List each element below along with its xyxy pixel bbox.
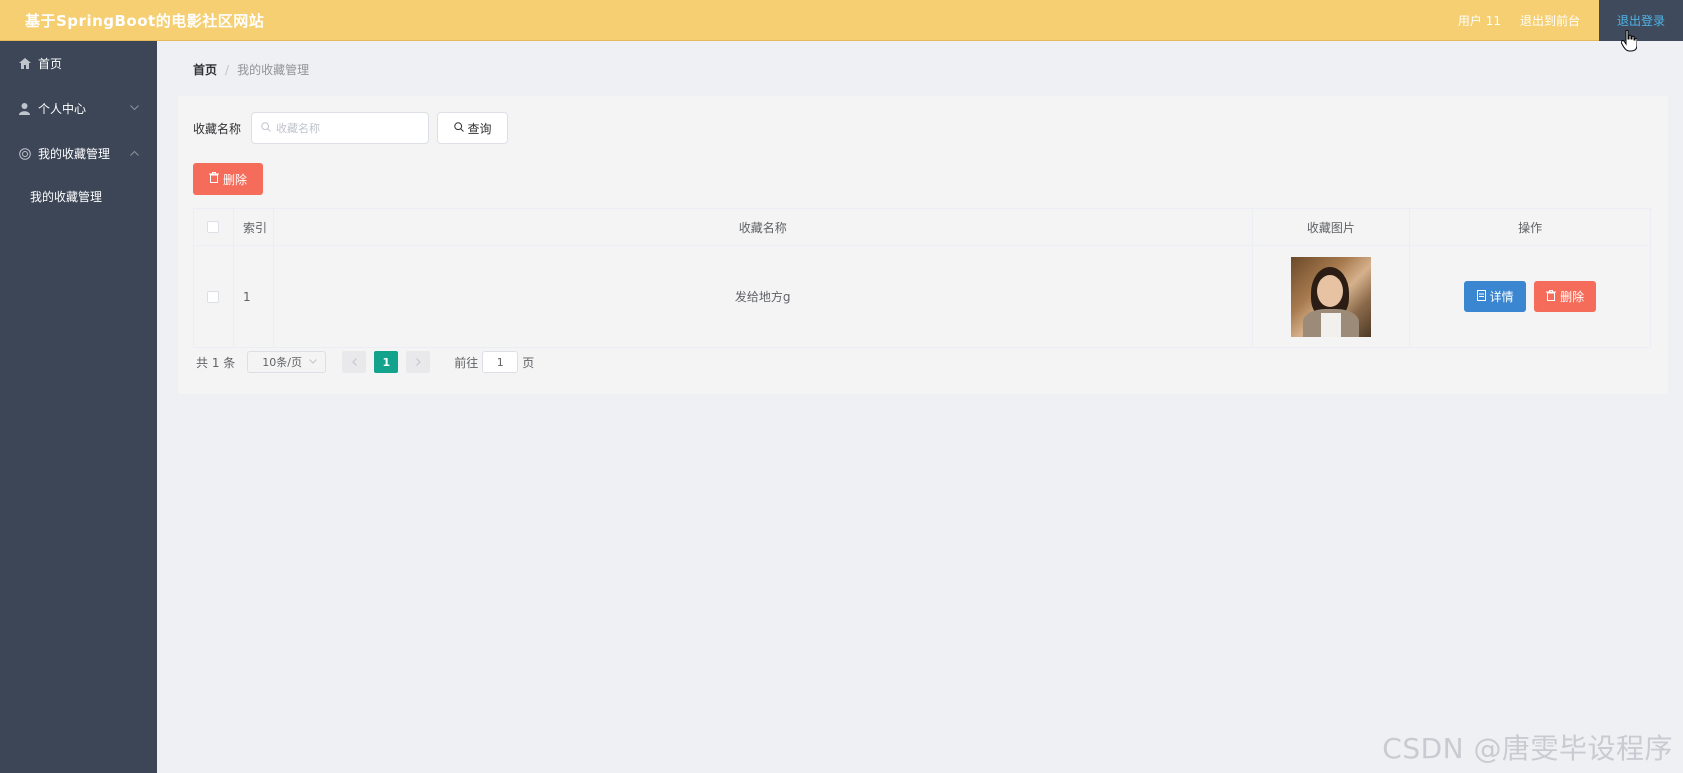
sidebar-item-label: 首页 (38, 57, 63, 71)
sidebar-item-label: 我的收藏管理 (38, 147, 111, 161)
header-links: 用户 11 退出到前台 退出登录 (1458, 0, 1683, 41)
header-checkbox-cell (194, 209, 234, 245)
next-page-button[interactable] (406, 351, 431, 373)
sidebar-item-personal-center[interactable]: 个人中心 (0, 86, 157, 131)
header-ops: 操作 (1518, 220, 1543, 235)
query-button-label: 查询 (467, 121, 492, 136)
logout-button[interactable]: 退出登录 (1598, 0, 1683, 41)
logout-label: 退出登录 (1616, 13, 1665, 28)
query-button[interactable]: 查询 (437, 112, 509, 144)
goto-input-wrapper[interactable] (482, 351, 519, 373)
search-label: 收藏名称 (193, 121, 242, 136)
sidebar: 首页 个人中心 我的收藏管理 我的收藏管理 (0, 41, 157, 773)
chevron-up-icon (130, 149, 139, 159)
page-size-select[interactable]: 10条/页 (247, 351, 327, 373)
search-input-wrapper[interactable] (251, 112, 430, 144)
chevron-down-icon (130, 104, 139, 114)
trash-icon (1546, 289, 1557, 304)
sidebar-item-home[interactable]: 首页 (0, 41, 157, 86)
trash-icon (208, 172, 219, 186)
prev-page-button[interactable] (342, 351, 367, 373)
user-label: 用户 11 (1457, 13, 1501, 28)
row-name: 发给地方g (274, 246, 1253, 347)
row-delete-label: 删除 (1560, 290, 1585, 304)
watermark: CSDN @唐雯毕设程序 (1382, 732, 1673, 765)
site-title: 基于SpringBoot的电影社区网站 (25, 11, 265, 30)
collection-thumbnail[interactable] (1290, 256, 1371, 337)
row-checkbox-cell (194, 246, 234, 347)
chevron-right-icon (415, 358, 421, 366)
sidebar-item-collection-management[interactable]: 我的收藏管理 (0, 131, 157, 176)
document-icon (1476, 289, 1486, 304)
detail-button[interactable]: 详情 (1464, 281, 1527, 312)
header-image: 收藏图片 (1253, 209, 1411, 245)
page-size-value: 10条/页 (262, 356, 302, 369)
batch-delete-label: 删除 (222, 172, 247, 187)
pagination: 共 1 条 10条/页 1 前往 页 (196, 351, 534, 373)
breadcrumb-current: 我的收藏管理 (237, 63, 310, 77)
collection-icon (18, 147, 31, 160)
search-icon (261, 121, 271, 135)
breadcrumb-separator: / (225, 62, 230, 77)
table-header: 索引 收藏名称 收藏图片 操作 (194, 209, 1650, 246)
user-icon (18, 102, 31, 115)
header-name: 收藏名称 (274, 209, 1253, 245)
detail-button-label: 详情 (1489, 290, 1514, 304)
top-header: 基于SpringBoot的电影社区网站 用户 11 退出到前台 退出登录 (0, 0, 1683, 41)
batch-delete-button[interactable]: 删除 (193, 163, 263, 195)
row-index: 1 (234, 246, 274, 347)
sidebar-subitem-label: 我的收藏管理 (30, 189, 103, 204)
chevron-down-icon (309, 357, 318, 367)
goto-page-input[interactable] (485, 355, 516, 369)
chevron-left-icon (352, 358, 357, 366)
thumbnail-face (1316, 274, 1343, 307)
main-content: 首页 / 我的收藏管理 收藏名称 查询 删除 (157, 41, 1683, 773)
select-all-checkbox[interactable] (207, 221, 220, 233)
row-delete-button[interactable]: 删除 (1534, 281, 1597, 312)
sidebar-item-label: 个人中心 (38, 102, 87, 116)
collections-table: 索引 收藏名称 收藏图片 操作 1 发给地方g 详情 删除 (193, 208, 1651, 348)
goto-label: 前往 (454, 355, 479, 370)
back-to-front-link[interactable]: 退出到前台 (1520, 12, 1580, 29)
sidebar-subitem-my-collections[interactable]: 我的收藏管理 (0, 176, 157, 216)
table-row: 1 发给地方g 详情 删除 (194, 246, 1650, 347)
content-panel: 收藏名称 查询 删除 索引 (178, 96, 1668, 394)
page-suffix: 页 (522, 355, 535, 370)
home-icon (18, 57, 31, 70)
page-number-current[interactable]: 1 (374, 351, 399, 373)
header-index: 索引 (234, 209, 274, 245)
row-image-cell (1253, 246, 1411, 347)
pagination-total: 共 1 条 (196, 355, 236, 370)
breadcrumb: 首页 / 我的收藏管理 (193, 61, 309, 78)
row-ops-cell: 详情 删除 (1410, 246, 1650, 347)
search-input[interactable] (276, 121, 427, 135)
breadcrumb-home[interactable]: 首页 (193, 61, 217, 78)
row-checkbox[interactable] (207, 290, 220, 303)
search-form: 收藏名称 查询 (193, 112, 509, 144)
search-icon (453, 121, 464, 135)
thumbnail-shirt (1320, 312, 1341, 337)
